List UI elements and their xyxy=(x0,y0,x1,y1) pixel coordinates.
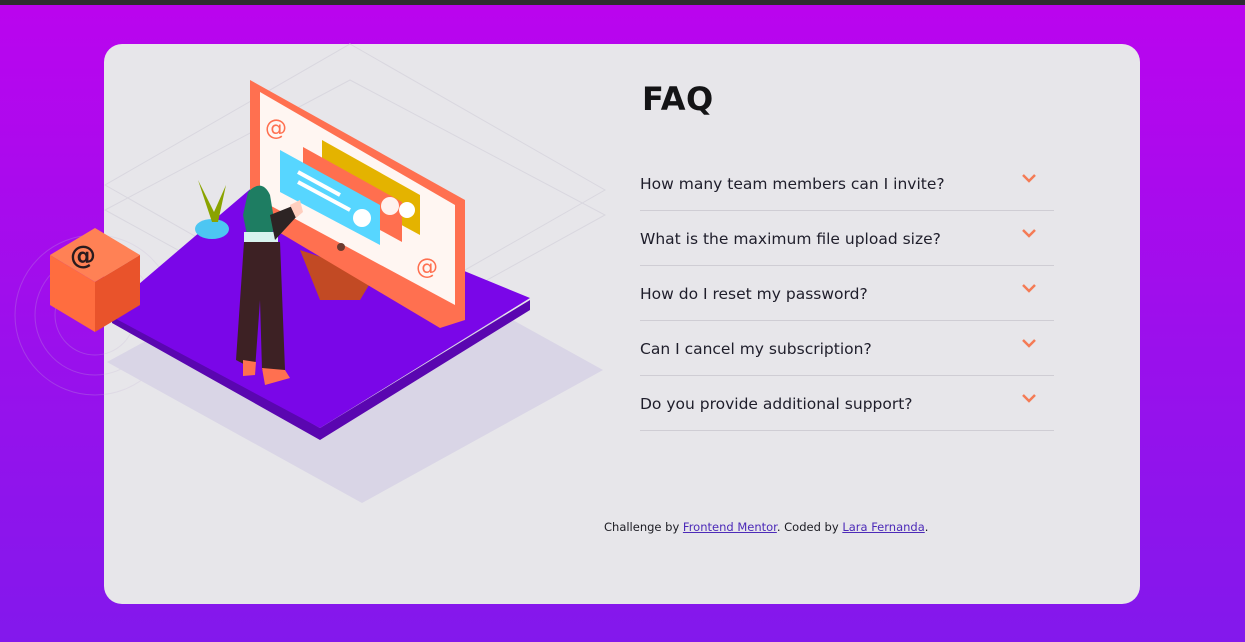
at-box-icon: @ xyxy=(50,228,140,332)
monitor-stand xyxy=(300,250,375,300)
chevron-down-icon[interactable] xyxy=(1022,339,1036,349)
faq-card: @ @ @ FAQ How many team members can I in… xyxy=(14,43,1140,604)
attribution: Challenge by Frontend Mentor. Coded by L… xyxy=(104,520,1140,534)
author-link[interactable]: Lara Fernanda xyxy=(842,520,924,534)
chevron-down-icon[interactable] xyxy=(1022,229,1036,239)
faq-title: FAQ xyxy=(642,80,714,118)
faq-question: How do I reset my password? xyxy=(640,285,868,303)
chevron-down-icon[interactable] xyxy=(1022,174,1036,184)
woman-figure xyxy=(236,185,303,385)
attribution-prefix: Challenge by xyxy=(604,520,680,534)
woman-online-illustration: @ @ @ xyxy=(14,43,607,503)
chevron-down-icon[interactable] xyxy=(1022,284,1036,294)
attribution-suffix: . xyxy=(924,520,929,534)
faq-item-team-members[interactable]: How many team members can I invite? xyxy=(640,156,1054,211)
background-lines xyxy=(103,43,607,351)
screen-window-yellow xyxy=(322,140,420,235)
faq-item-reset-password[interactable]: How do I reset my password? xyxy=(640,266,1054,321)
at-symbol-icon: @ xyxy=(416,255,438,280)
faq-question: Can I cancel my subscription? xyxy=(640,340,872,358)
chevron-down-icon[interactable] xyxy=(1022,394,1036,404)
attribution-middle: . Coded by xyxy=(776,520,839,534)
platform-shadow xyxy=(107,230,603,503)
faq-list: How many team members can I invite? What… xyxy=(640,156,1054,431)
at-symbol-icon: @ xyxy=(265,116,287,141)
faq-item-cancel-subscription[interactable]: Can I cancel my subscription? xyxy=(640,321,1054,376)
screen-window-orange xyxy=(303,147,402,242)
faq-item-file-upload[interactable]: What is the maximum file upload size? xyxy=(640,211,1054,266)
svg-text:@: @ xyxy=(70,241,96,271)
frontend-mentor-link[interactable]: Frontend Mentor xyxy=(683,520,777,534)
monitor-frame xyxy=(250,80,465,328)
faq-question: What is the maximum file upload size? xyxy=(640,230,941,248)
background-rings xyxy=(14,234,176,396)
faq-question: Do you provide additional support? xyxy=(640,395,913,413)
platform-top xyxy=(105,185,530,428)
plant-icon xyxy=(195,180,229,239)
platform-side xyxy=(112,300,530,440)
faq-item-additional-support[interactable]: Do you provide additional support? xyxy=(640,376,1054,431)
monitor-screen xyxy=(260,92,455,305)
screen-window-blue xyxy=(280,150,380,245)
browser-top-bar xyxy=(0,0,1245,5)
faq-question: How many team members can I invite? xyxy=(640,175,945,193)
